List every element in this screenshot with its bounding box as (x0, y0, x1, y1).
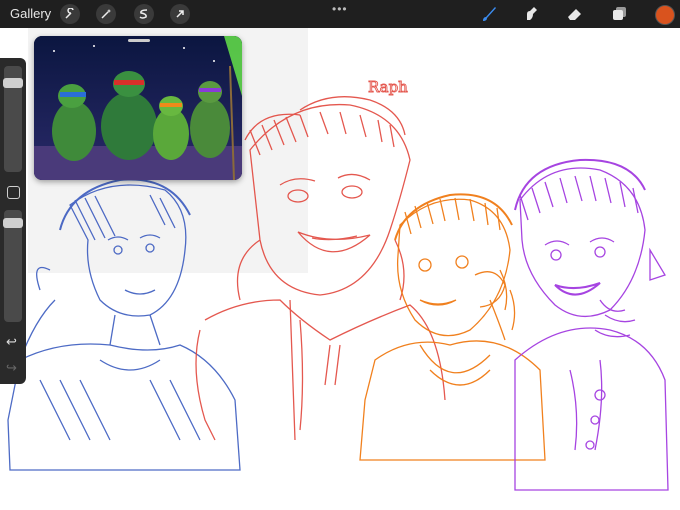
redo-icon[interactable]: ↪ (6, 360, 17, 376)
gallery-button[interactable]: Gallery (10, 6, 51, 21)
left-sidebar: ↩ ↪ (0, 58, 26, 384)
brush-size-slider[interactable] (3, 66, 23, 172)
top-toolbar: Gallery ••• (0, 0, 680, 28)
reference-window[interactable] (34, 36, 242, 180)
magic-wand-icon[interactable] (96, 4, 116, 24)
smudge-icon[interactable] (520, 4, 542, 24)
modify-button[interactable] (7, 186, 20, 199)
more-options-icon[interactable]: ••• (332, 2, 348, 16)
brush-icon[interactable] (478, 4, 500, 24)
wrench-icon[interactable] (60, 4, 80, 24)
eraser-icon[interactable] (564, 4, 586, 24)
reference-image (34, 36, 242, 180)
transform-arrow-icon[interactable] (170, 4, 190, 24)
selection-icon[interactable] (134, 4, 154, 24)
reference-drag-handle[interactable] (128, 39, 150, 42)
opacity-slider[interactable] (3, 210, 23, 322)
raph-label: Raph (368, 78, 408, 96)
brush-size-thumb[interactable] (3, 78, 23, 88)
opacity-thumb[interactable] (3, 218, 23, 228)
color-picker-swatch[interactable] (655, 5, 675, 25)
layers-icon[interactable] (608, 4, 630, 24)
undo-icon[interactable]: ↩ (6, 334, 17, 350)
